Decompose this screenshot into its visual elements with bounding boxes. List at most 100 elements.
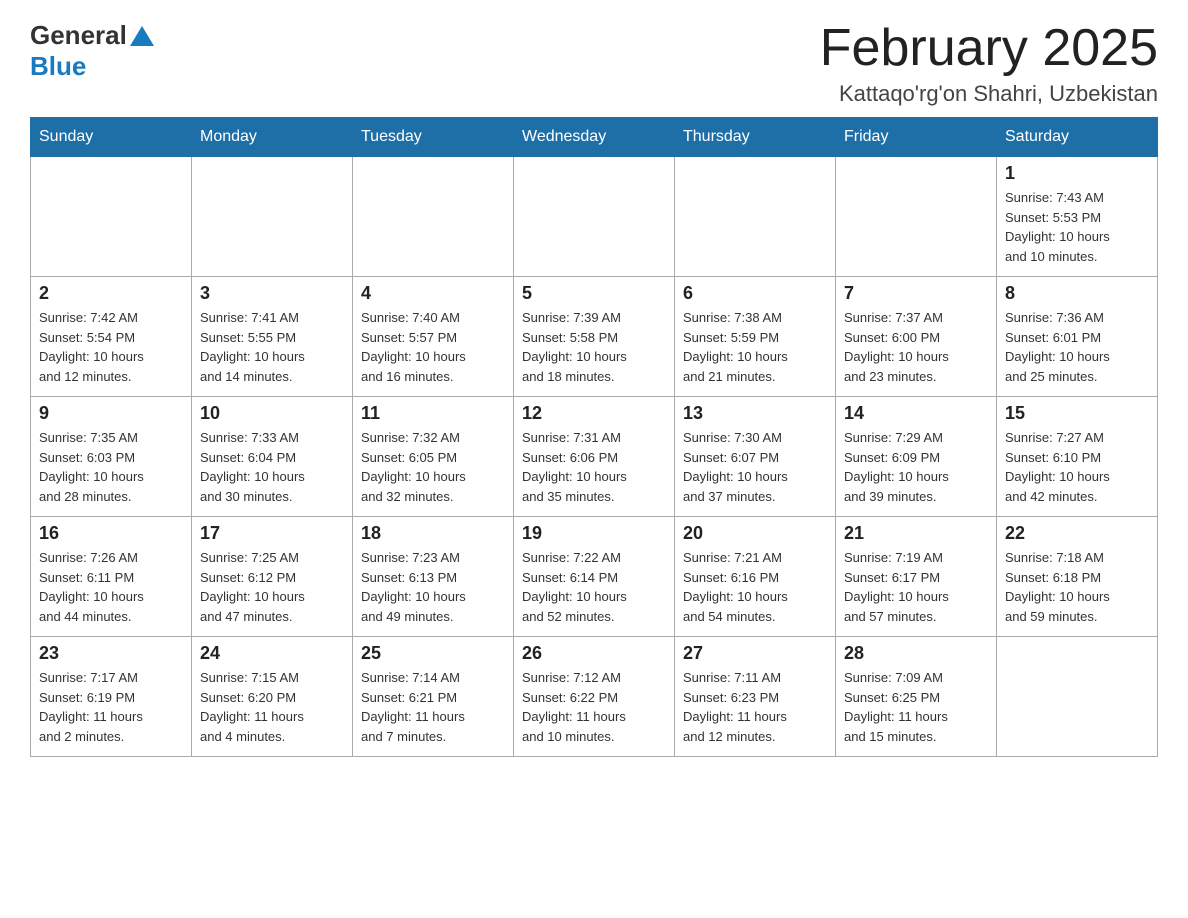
day-info: Sunrise: 7:14 AMSunset: 6:21 PMDaylight:… bbox=[361, 668, 505, 746]
weekday-header-friday: Friday bbox=[836, 118, 997, 157]
day-number: 5 bbox=[522, 283, 666, 304]
week-row-5: 23 Sunrise: 7:17 AMSunset: 6:19 PMDayligh… bbox=[31, 637, 1158, 757]
calendar-cell: 3 Sunrise: 7:41 AMSunset: 5:55 PMDaylight… bbox=[192, 277, 353, 397]
calendar-cell: 27 Sunrise: 7:11 AMSunset: 6:23 PMDayligh… bbox=[675, 637, 836, 757]
weekday-header-row: SundayMondayTuesdayWednesdayThursdayFrid… bbox=[31, 118, 1158, 157]
day-info: Sunrise: 7:36 AMSunset: 6:01 PMDaylight:… bbox=[1005, 308, 1149, 386]
day-info: Sunrise: 7:33 AMSunset: 6:04 PMDaylight:… bbox=[200, 428, 344, 506]
day-number: 19 bbox=[522, 523, 666, 544]
weekday-header-monday: Monday bbox=[192, 118, 353, 157]
day-number: 17 bbox=[200, 523, 344, 544]
calendar-cell bbox=[353, 157, 514, 277]
week-row-4: 16 Sunrise: 7:26 AMSunset: 6:11 PMDayligh… bbox=[31, 517, 1158, 637]
day-number: 12 bbox=[522, 403, 666, 424]
logo-icon-area bbox=[130, 26, 154, 46]
calendar-cell: 14Sunrise: 7:29 AMSunset: 6:09 PMDayligh… bbox=[836, 397, 997, 517]
day-info: Sunrise: 7:39 AMSunset: 5:58 PMDaylight:… bbox=[522, 308, 666, 386]
day-number: 21 bbox=[844, 523, 988, 544]
calendar-cell: 16 Sunrise: 7:26 AMSunset: 6:11 PMDayligh… bbox=[31, 517, 192, 637]
calendar-cell: 25Sunrise: 7:14 AMSunset: 6:21 PMDayligh… bbox=[353, 637, 514, 757]
week-row-1: 1 Sunrise: 7:43 AMSunset: 5:53 PMDaylight… bbox=[31, 157, 1158, 277]
calendar-cell bbox=[31, 157, 192, 277]
day-number: 4 bbox=[361, 283, 505, 304]
calendar-cell: 15 Sunrise: 7:27 AMSunset: 6:10 PMDayligh… bbox=[997, 397, 1158, 517]
page-header: General Blue February 2025 Kattaqo'rg'on… bbox=[30, 20, 1158, 107]
day-info: Sunrise: 7:32 AMSunset: 6:05 PMDaylight:… bbox=[361, 428, 505, 506]
day-info: Sunrise: 7:42 AMSunset: 5:54 PMDaylight:… bbox=[39, 308, 183, 386]
day-info: Sunrise: 7:21 AMSunset: 6:16 PMDaylight:… bbox=[683, 548, 827, 626]
day-info: Sunrise: 7:11 AMSunset: 6:23 PMDaylight:… bbox=[683, 668, 827, 746]
calendar-cell: 6Sunrise: 7:38 AMSunset: 5:59 PMDaylight… bbox=[675, 277, 836, 397]
day-info: Sunrise: 7:43 AMSunset: 5:53 PMDaylight:… bbox=[1005, 188, 1149, 266]
day-number: 10 bbox=[200, 403, 344, 424]
day-info: Sunrise: 7:19 AMSunset: 6:17 PMDaylight:… bbox=[844, 548, 988, 626]
day-number: 16 bbox=[39, 523, 183, 544]
calendar-cell: 17 Sunrise: 7:25 AMSunset: 6:12 PMDayligh… bbox=[192, 517, 353, 637]
day-info: Sunrise: 7:41 AMSunset: 5:55 PMDaylight:… bbox=[200, 308, 344, 386]
day-number: 27 bbox=[683, 643, 827, 664]
day-info: Sunrise: 7:15 AMSunset: 6:20 PMDaylight:… bbox=[200, 668, 344, 746]
day-info: Sunrise: 7:17 AMSunset: 6:19 PMDaylight:… bbox=[39, 668, 183, 746]
day-info: Sunrise: 7:29 AMSunset: 6:09 PMDaylight:… bbox=[844, 428, 988, 506]
day-number: 22 bbox=[1005, 523, 1149, 544]
day-number: 11 bbox=[361, 403, 505, 424]
calendar-cell: 10 Sunrise: 7:33 AMSunset: 6:04 PMDayligh… bbox=[192, 397, 353, 517]
weekday-header-thursday: Thursday bbox=[675, 118, 836, 157]
calendar-cell bbox=[192, 157, 353, 277]
day-number: 26 bbox=[522, 643, 666, 664]
day-info: Sunrise: 7:35 AMSunset: 6:03 PMDaylight:… bbox=[39, 428, 183, 506]
day-info: Sunrise: 7:37 AMSunset: 6:00 PMDaylight:… bbox=[844, 308, 988, 386]
day-info: Sunrise: 7:40 AMSunset: 5:57 PMDaylight:… bbox=[361, 308, 505, 386]
day-number: 13 bbox=[683, 403, 827, 424]
calendar-cell: 28Sunrise: 7:09 AMSunset: 6:25 PMDayligh… bbox=[836, 637, 997, 757]
day-number: 2 bbox=[39, 283, 183, 304]
day-number: 20 bbox=[683, 523, 827, 544]
day-info: Sunrise: 7:30 AMSunset: 6:07 PMDaylight:… bbox=[683, 428, 827, 506]
day-number: 15 bbox=[1005, 403, 1149, 424]
weekday-header-sunday: Sunday bbox=[31, 118, 192, 157]
calendar-cell: 8 Sunrise: 7:36 AMSunset: 6:01 PMDaylight… bbox=[997, 277, 1158, 397]
day-info: Sunrise: 7:25 AMSunset: 6:12 PMDaylight:… bbox=[200, 548, 344, 626]
logo-blue-text: Blue bbox=[30, 51, 86, 82]
day-number: 8 bbox=[1005, 283, 1149, 304]
day-info: Sunrise: 7:22 AMSunset: 6:14 PMDaylight:… bbox=[522, 548, 666, 626]
logo-line1: General bbox=[30, 20, 154, 51]
logo-line2: Blue bbox=[30, 51, 154, 82]
calendar-cell: 13 Sunrise: 7:30 AMSunset: 6:07 PMDayligh… bbox=[675, 397, 836, 517]
location-title: Kattaqo'rg'on Shahri, Uzbekistan bbox=[820, 81, 1158, 107]
day-number: 23 bbox=[39, 643, 183, 664]
title-area: February 2025 Kattaqo'rg'on Shahri, Uzbe… bbox=[820, 20, 1158, 107]
calendar-cell: 1 Sunrise: 7:43 AMSunset: 5:53 PMDaylight… bbox=[997, 157, 1158, 277]
weekday-header-wednesday: Wednesday bbox=[514, 118, 675, 157]
calendar-cell: 7 Sunrise: 7:37 AMSunset: 6:00 PMDaylight… bbox=[836, 277, 997, 397]
logo: General Blue bbox=[30, 20, 154, 82]
calendar-cell: 21 Sunrise: 7:19 AMSunset: 6:17 PMDayligh… bbox=[836, 517, 997, 637]
day-number: 28 bbox=[844, 643, 988, 664]
day-info: Sunrise: 7:27 AMSunset: 6:10 PMDaylight:… bbox=[1005, 428, 1149, 506]
calendar-cell bbox=[675, 157, 836, 277]
day-number: 7 bbox=[844, 283, 988, 304]
calendar-cell: 2 Sunrise: 7:42 AMSunset: 5:54 PMDaylight… bbox=[31, 277, 192, 397]
day-info: Sunrise: 7:31 AMSunset: 6:06 PMDaylight:… bbox=[522, 428, 666, 506]
calendar-cell bbox=[836, 157, 997, 277]
calendar-table: SundayMondayTuesdayWednesdayThursdayFrid… bbox=[30, 117, 1158, 757]
calendar-cell: 11 Sunrise: 7:32 AMSunset: 6:05 PMDayligh… bbox=[353, 397, 514, 517]
day-info: Sunrise: 7:23 AMSunset: 6:13 PMDaylight:… bbox=[361, 548, 505, 626]
day-number: 3 bbox=[200, 283, 344, 304]
logo-general-text: General bbox=[30, 20, 127, 51]
weekday-header-tuesday: Tuesday bbox=[353, 118, 514, 157]
calendar-cell: 19 Sunrise: 7:22 AMSunset: 6:14 PMDayligh… bbox=[514, 517, 675, 637]
logo-triangle-icon bbox=[130, 26, 154, 46]
calendar-cell: 18 Sunrise: 7:23 AMSunset: 6:13 PMDayligh… bbox=[353, 517, 514, 637]
weekday-header-saturday: Saturday bbox=[997, 118, 1158, 157]
day-number: 18 bbox=[361, 523, 505, 544]
day-info: Sunrise: 7:26 AMSunset: 6:11 PMDaylight:… bbox=[39, 548, 183, 626]
day-number: 9 bbox=[39, 403, 183, 424]
calendar-cell: 23 Sunrise: 7:17 AMSunset: 6:19 PMDayligh… bbox=[31, 637, 192, 757]
day-info: Sunrise: 7:18 AMSunset: 6:18 PMDaylight:… bbox=[1005, 548, 1149, 626]
calendar-cell: 9 Sunrise: 7:35 AMSunset: 6:03 PMDaylight… bbox=[31, 397, 192, 517]
day-info: Sunrise: 7:38 AMSunset: 5:59 PMDaylight:… bbox=[683, 308, 827, 386]
day-number: 24 bbox=[200, 643, 344, 664]
day-number: 1 bbox=[1005, 163, 1149, 184]
calendar-cell: 24 Sunrise: 7:15 AMSunset: 6:20 PMDayligh… bbox=[192, 637, 353, 757]
